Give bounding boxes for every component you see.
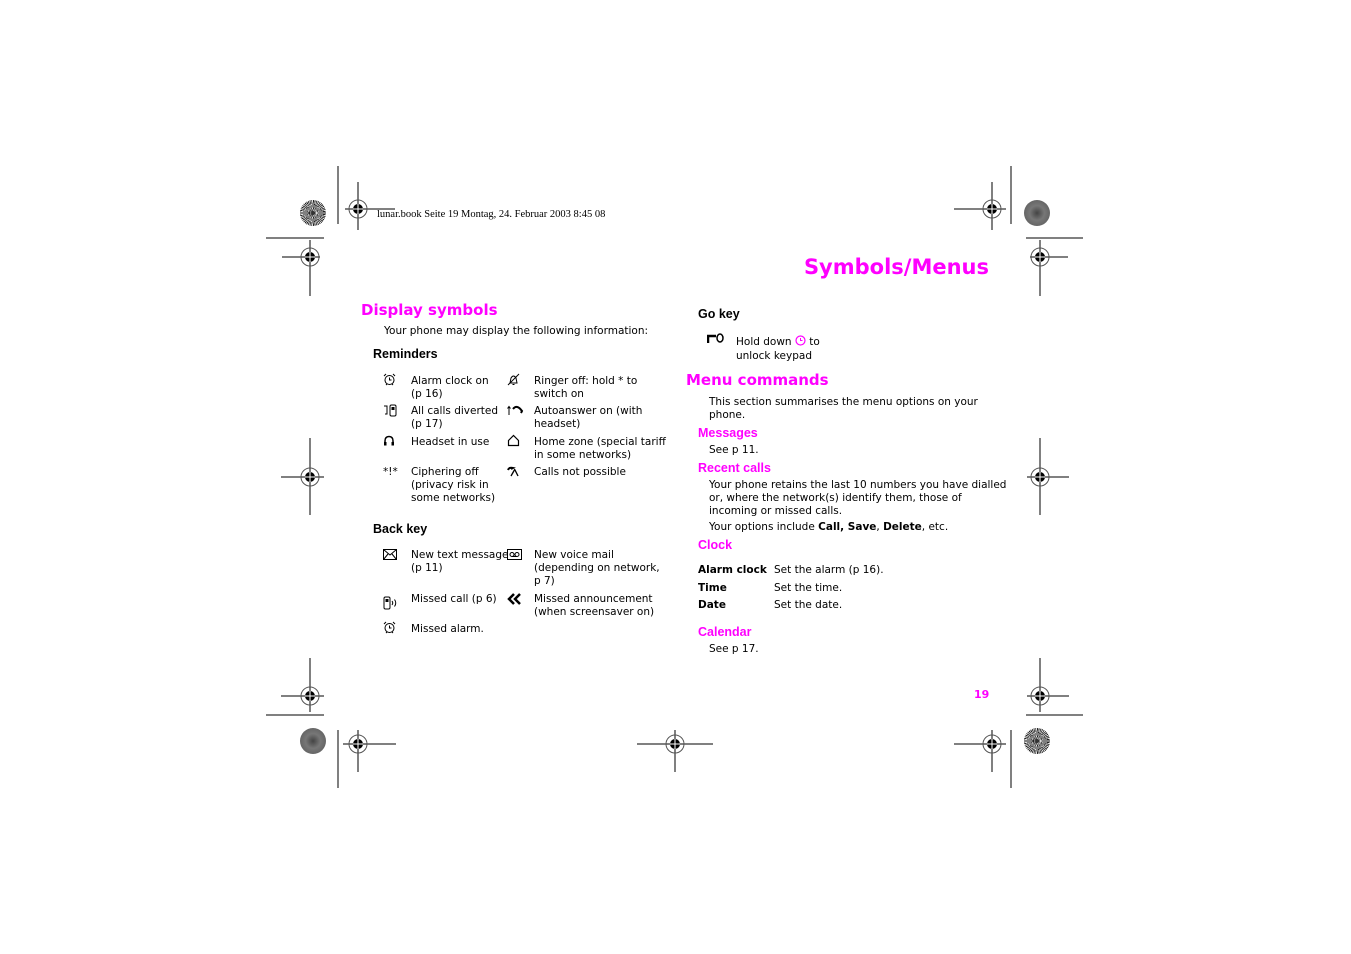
list-item: Missed alarm. — [411, 623, 484, 635]
star-target-bottom-right — [1024, 728, 1050, 754]
crop-marks — [266, 166, 1083, 788]
display-symbols-intro: Your phone may display the following inf… — [384, 325, 649, 337]
envelope-icon — [383, 549, 397, 563]
registration-mark-mid-right — [1027, 438, 1069, 515]
registration-mark-top-left-outer — [266, 237, 324, 296]
registration-mark-top-left-inner — [345, 182, 395, 230]
calls-not-possible-icon — [507, 465, 520, 481]
list-item: All calls diverted (p 17) — [411, 405, 499, 430]
missed-announcement-icon — [507, 593, 522, 608]
clock-desc: Set the date. — [774, 599, 843, 611]
display-symbols-heading: Display symbols — [361, 301, 498, 319]
list-item: Headset in use — [411, 436, 490, 448]
grey-disc-top-right — [1024, 200, 1050, 226]
clock-desc: Set the alarm (p 16). — [774, 564, 884, 576]
alarm-clock-icon — [383, 373, 396, 389]
clock-desc: Set the time. — [774, 582, 843, 594]
list-item: Calls not possible — [534, 466, 626, 478]
missed-alarm-icon — [383, 621, 396, 637]
running-header: lunar.book Seite 19 Montag, 24. Februar … — [377, 209, 606, 220]
list-item: Ringer off: hold * to switch on — [534, 375, 638, 400]
page-title: Symbols/Menus — [803, 255, 989, 279]
clock-term: Alarm clock — [698, 564, 767, 576]
go-key-symbol-icon — [795, 335, 806, 350]
grey-disc-bottom-left — [300, 728, 326, 754]
registration-mark-bottom-left-outer — [266, 658, 324, 716]
back-key-heading: Back key — [373, 522, 428, 536]
ringer-off-icon — [507, 373, 520, 389]
home-zone-icon — [507, 434, 520, 450]
registration-mark-bottom-right-inner — [954, 730, 1006, 772]
clock-term: Date — [698, 599, 726, 611]
calendar-text: See p 17. — [709, 643, 759, 655]
list-item: Ciphering off (privacy risk in some netw… — [411, 466, 496, 504]
star-target-top-left — [300, 200, 326, 226]
page-number: 19 — [974, 688, 990, 701]
clock-heading: Clock — [698, 538, 733, 552]
recent-calls-heading: Recent calls — [698, 461, 771, 475]
registration-mark-mid-left — [281, 438, 324, 515]
registration-mark-top-right-inner — [954, 182, 1006, 230]
key-lock-icon — [706, 333, 725, 347]
recent-calls-options: Your options include Call, Save, Delete,… — [709, 521, 949, 533]
missed-call-icon — [383, 596, 400, 613]
go-key-heading: Go key — [698, 307, 740, 321]
recent-calls-text: Your phone retains the last 10 numbers y… — [709, 479, 1007, 517]
list-item: Missed call (p 6) — [411, 593, 497, 605]
clock-term: Time — [698, 582, 727, 594]
list-item: Home zone (special tariff in some networ… — [534, 436, 666, 461]
list-item: Alarm clock on (p 16) — [411, 375, 489, 400]
registration-mark-bottom-center — [637, 730, 713, 772]
call-divert-icon — [383, 404, 398, 420]
list-item: New text message (p 11) — [411, 549, 509, 574]
messages-text: See p 11. — [709, 444, 759, 456]
messages-heading: Messages — [698, 426, 758, 440]
registration-mark-top-right-outer — [1026, 237, 1083, 296]
list-item: Autoanswer on (with headset) — [534, 405, 643, 430]
list-item: New voice mail (depending on network, p … — [534, 549, 660, 587]
registration-mark-bottom-right-outer — [1026, 658, 1083, 716]
ciphering-off-icon: *!* — [383, 466, 398, 478]
registration-mark-bottom-left-inner — [343, 730, 396, 772]
autoanswer-icon — [507, 404, 524, 420]
voicemail-icon — [507, 549, 522, 563]
menu-commands-heading: Menu commands — [686, 371, 829, 389]
go-key-description: Hold down to unlock keypad — [736, 335, 820, 362]
list-item: Missed announcement (when screensaver on… — [534, 593, 655, 618]
calendar-heading: Calendar — [698, 625, 752, 639]
reminders-heading: Reminders — [373, 347, 438, 361]
headset-icon — [383, 435, 395, 450]
menu-commands-intro: This section summarises the menu options… — [709, 396, 978, 421]
